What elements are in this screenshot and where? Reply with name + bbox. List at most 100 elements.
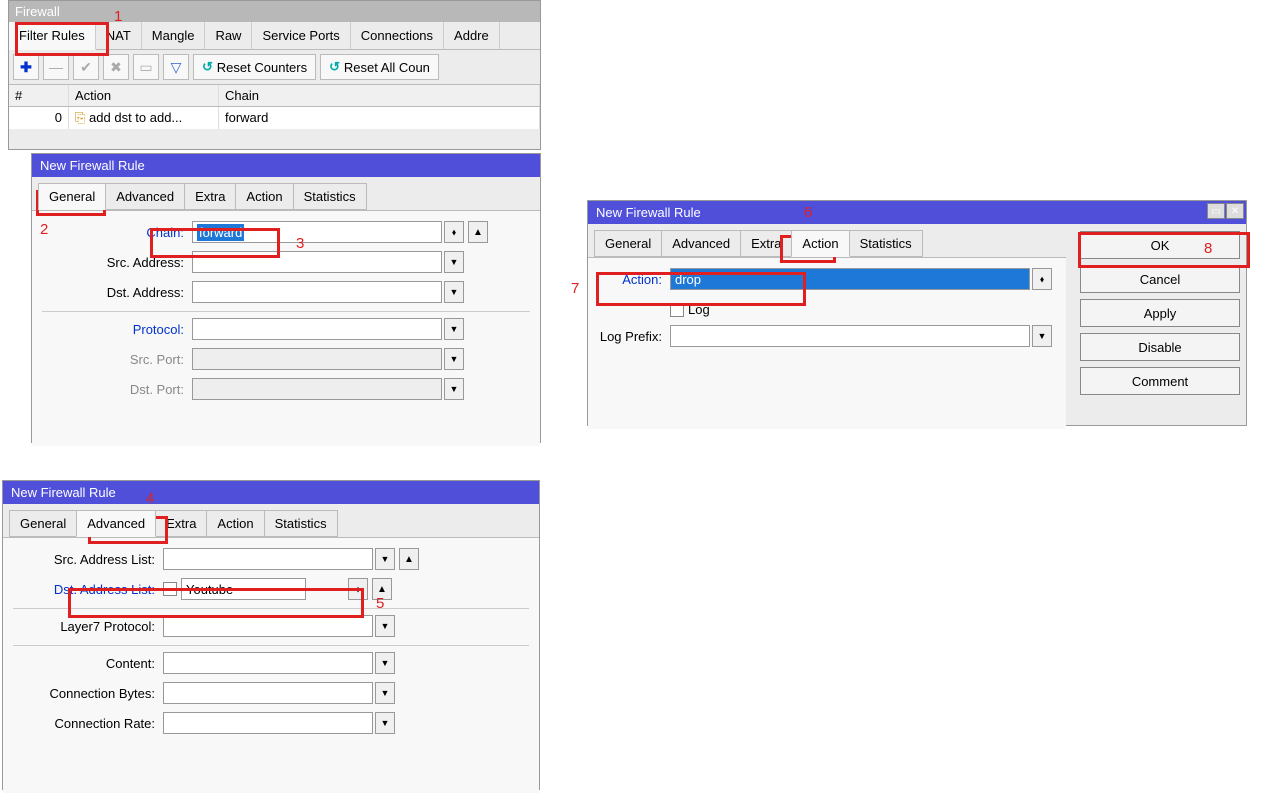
connbytes-label: Connection Bytes: bbox=[13, 686, 163, 701]
enable-button[interactable]: ✔ bbox=[73, 54, 99, 80]
ok-button[interactable]: OK bbox=[1080, 231, 1240, 259]
dropdown-icon[interactable]: ▼ bbox=[444, 318, 464, 340]
tab-general[interactable]: General bbox=[594, 230, 662, 257]
up-arrow-icon[interactable]: ▲ bbox=[399, 548, 419, 570]
logprefix-input[interactable] bbox=[670, 325, 1030, 347]
apply-button[interactable]: Apply bbox=[1080, 299, 1240, 327]
annotation-7: 7 bbox=[571, 280, 579, 297]
protocol-input[interactable] bbox=[192, 318, 442, 340]
filter-button[interactable]: ▽ bbox=[163, 54, 189, 80]
srcport-label: Src. Port: bbox=[42, 352, 192, 367]
content-label: Content: bbox=[13, 656, 163, 671]
action-input[interactable]: drop bbox=[670, 268, 1030, 290]
dropdown-icon[interactable]: ▼ bbox=[444, 281, 464, 303]
reset-all-counters-button[interactable]: ↺ Reset All Coun bbox=[320, 54, 439, 80]
tab-statistics[interactable]: Statistics bbox=[293, 183, 367, 210]
tab-filter-rules[interactable]: Filter Rules bbox=[9, 22, 96, 50]
tab-address-lists[interactable]: Addre bbox=[444, 22, 500, 49]
up-arrow-icon[interactable]: ▲ bbox=[372, 578, 392, 600]
tab-service-ports[interactable]: Service Ports bbox=[252, 22, 350, 49]
cell-chain: forward bbox=[219, 107, 540, 129]
add-button[interactable]: ✚ bbox=[13, 54, 39, 80]
comment-button[interactable]: Comment bbox=[1080, 367, 1240, 395]
rule-title: New Firewall Rule bbox=[32, 154, 540, 177]
disable-button[interactable]: Disable bbox=[1080, 333, 1240, 361]
tab-extra[interactable]: Extra bbox=[184, 183, 236, 210]
firewall-tabs: Filter Rules NAT Mangle Raw Service Port… bbox=[9, 22, 540, 50]
dropdown-icon[interactable]: ▼ bbox=[375, 615, 395, 637]
close-icon[interactable]: ✕ bbox=[1226, 203, 1244, 219]
l7-input[interactable] bbox=[163, 615, 373, 637]
tab-connections[interactable]: Connections bbox=[351, 22, 444, 49]
tab-extra[interactable]: Extra bbox=[155, 510, 207, 537]
tab-mangle[interactable]: Mangle bbox=[142, 22, 206, 49]
refresh-icon: ↺ bbox=[329, 59, 340, 75]
srcaddr-input[interactable] bbox=[192, 251, 442, 273]
rule-title: New Firewall Rule bbox=[3, 481, 539, 504]
comment-button[interactable]: ▭ bbox=[133, 54, 159, 80]
tab-statistics[interactable]: Statistics bbox=[849, 230, 923, 257]
chain-dropdown-icon[interactable]: ⬧ bbox=[444, 221, 464, 243]
action-label: Action: bbox=[598, 272, 670, 287]
tab-advanced[interactable]: Advanced bbox=[661, 230, 741, 257]
disable-button[interactable]: ✖ bbox=[103, 54, 129, 80]
rule-dialog-advanced: New Firewall Rule General Advanced Extra… bbox=[2, 480, 540, 790]
srcaddr-label: Src. Address: bbox=[42, 255, 192, 270]
col-action[interactable]: Action bbox=[69, 85, 219, 106]
grid-header: # Action Chain bbox=[9, 85, 540, 107]
srclist-input[interactable] bbox=[163, 548, 373, 570]
cell-action: ⎘ add dst to add... bbox=[69, 107, 219, 129]
srclist-label: Src. Address List: bbox=[13, 552, 163, 567]
minimize-icon[interactable]: ▭ bbox=[1207, 203, 1225, 219]
tab-nat[interactable]: NAT bbox=[96, 22, 142, 49]
firewall-window: Firewall Filter Rules NAT Mangle Raw Ser… bbox=[8, 0, 541, 150]
content-input[interactable] bbox=[163, 652, 373, 674]
connbytes-input[interactable] bbox=[163, 682, 373, 704]
dropdown-icon[interactable]: ▼ bbox=[375, 682, 395, 704]
dstport-input bbox=[192, 378, 442, 400]
dstlist-input[interactable]: Youtube bbox=[181, 578, 306, 600]
tab-general[interactable]: General bbox=[38, 183, 106, 210]
firewall-toolbar: ✚ — ✔ ✖ ▭ ▽ ↺ Reset Counters ↺ Reset All… bbox=[9, 50, 540, 85]
col-chain[interactable]: Chain bbox=[219, 85, 540, 106]
dropdown-icon[interactable]: ▼ bbox=[444, 348, 464, 370]
dropdown-icon[interactable]: ▼ bbox=[375, 548, 395, 570]
cancel-button[interactable]: Cancel bbox=[1080, 265, 1240, 293]
tab-advanced[interactable]: Advanced bbox=[76, 510, 156, 537]
dropdown-icon[interactable]: ▼ bbox=[375, 712, 395, 734]
dropdown-icon[interactable]: ▼ bbox=[444, 378, 464, 400]
tab-advanced[interactable]: Advanced bbox=[105, 183, 185, 210]
reset-counters-button[interactable]: ↺ Reset Counters bbox=[193, 54, 316, 80]
tab-action[interactable]: Action bbox=[206, 510, 264, 537]
tab-general[interactable]: General bbox=[9, 510, 77, 537]
right-button-column: OK Cancel Apply Disable Comment bbox=[1080, 231, 1240, 395]
dropdown-icon[interactable]: ▼ bbox=[375, 652, 395, 674]
refresh-icon: ↺ bbox=[202, 59, 213, 75]
tab-action[interactable]: Action bbox=[791, 230, 849, 257]
logprefix-label: Log Prefix: bbox=[598, 329, 670, 344]
tab-extra[interactable]: Extra bbox=[740, 230, 792, 257]
remove-button[interactable]: — bbox=[43, 54, 69, 80]
dstaddr-label: Dst. Address: bbox=[42, 285, 192, 300]
dropdown-icon[interactable]: ▼ bbox=[444, 251, 464, 273]
rule-tabs: General Advanced Extra Action Statistics bbox=[32, 177, 540, 210]
tab-statistics[interactable]: Statistics bbox=[264, 510, 338, 537]
dstport-label: Dst. Port: bbox=[42, 382, 192, 397]
rule-tabs: General Advanced Extra Action Statistics bbox=[3, 504, 539, 537]
srcport-input bbox=[192, 348, 442, 370]
rule-dialog-action: New Firewall Rule ▭ ✕ General Advanced E… bbox=[587, 200, 1247, 426]
dstaddr-input[interactable] bbox=[192, 281, 442, 303]
grid-row-0[interactable]: 0 ⎘ add dst to add... forward bbox=[9, 107, 540, 129]
tab-raw[interactable]: Raw bbox=[205, 22, 252, 49]
dropdown-icon[interactable]: ▼ bbox=[1032, 325, 1052, 347]
col-num[interactable]: # bbox=[9, 85, 69, 106]
up-arrow-icon[interactable]: ▲ bbox=[468, 221, 488, 243]
tab-action[interactable]: Action bbox=[235, 183, 293, 210]
dstlist-invert-checkbox[interactable] bbox=[163, 582, 177, 596]
connrate-input[interactable] bbox=[163, 712, 373, 734]
dropdown-icon[interactable]: ⬧ bbox=[348, 578, 368, 600]
chain-input[interactable]: forward bbox=[192, 221, 442, 243]
protocol-label: Protocol: bbox=[42, 322, 192, 337]
log-checkbox[interactable] bbox=[670, 303, 684, 317]
dropdown-icon[interactable]: ⬧ bbox=[1032, 268, 1052, 290]
